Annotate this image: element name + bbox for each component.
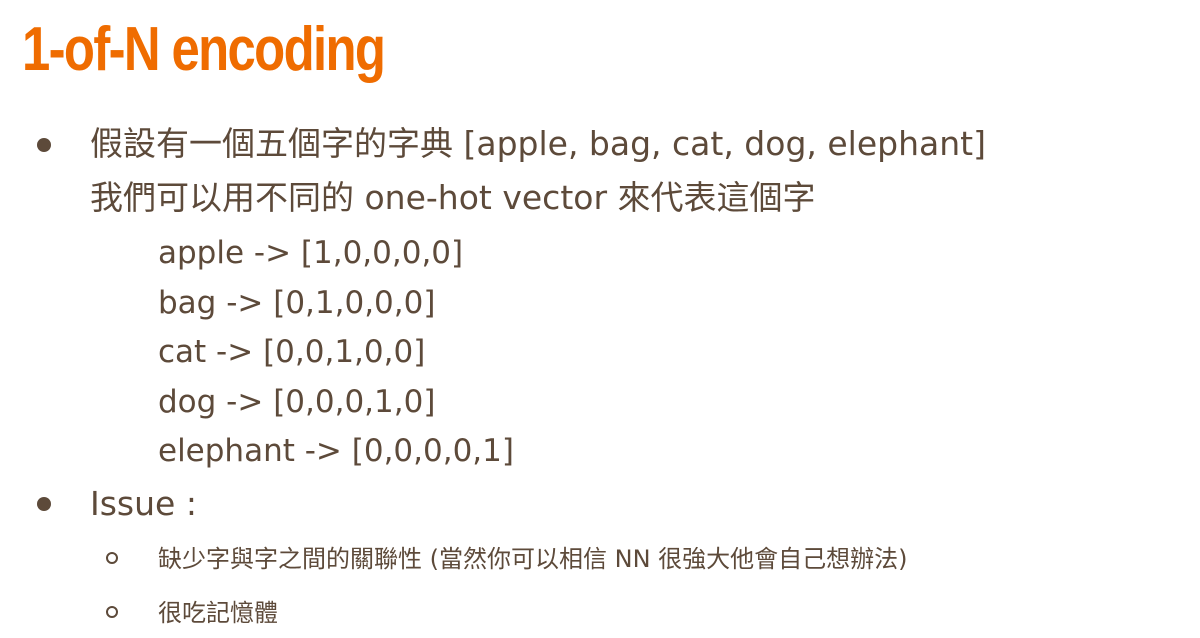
sub-bullet-circle: [106, 606, 118, 618]
example-cat: cat -> [0,0,1,0,0]: [158, 334, 426, 370]
intro-line-1: 假設有一個五個字的字典 [apple, bag, cat, dog, eleph…: [90, 124, 986, 163]
bullet-dot: [37, 138, 51, 152]
intro-line-2: 我們可以用不同的 one-hot vector 來代表這個字: [90, 178, 816, 217]
slide: 1-of-N encoding 假設有一個五個字的字典 [apple, bag,…: [0, 0, 1200, 638]
issue-label: Issue :: [90, 484, 197, 523]
example-dog: dog -> [0,0,0,1,0]: [158, 384, 436, 420]
bullet-dot: [37, 497, 51, 511]
sub-bullet-circle: [106, 552, 118, 564]
issue-subitem-1: 缺少字與字之間的關聯性 (當然你可以相信 NN 很強大他會自己想辦法): [158, 545, 908, 573]
example-apple: apple -> [1,0,0,0,0]: [158, 235, 464, 271]
example-bag: bag -> [0,1,0,0,0]: [158, 285, 436, 321]
issue-subitem-2: 很吃記憶體: [158, 599, 278, 627]
slide-title: 1-of-N encoding: [22, 15, 386, 84]
example-elephant: elephant -> [0,0,0,0,1]: [158, 433, 514, 469]
